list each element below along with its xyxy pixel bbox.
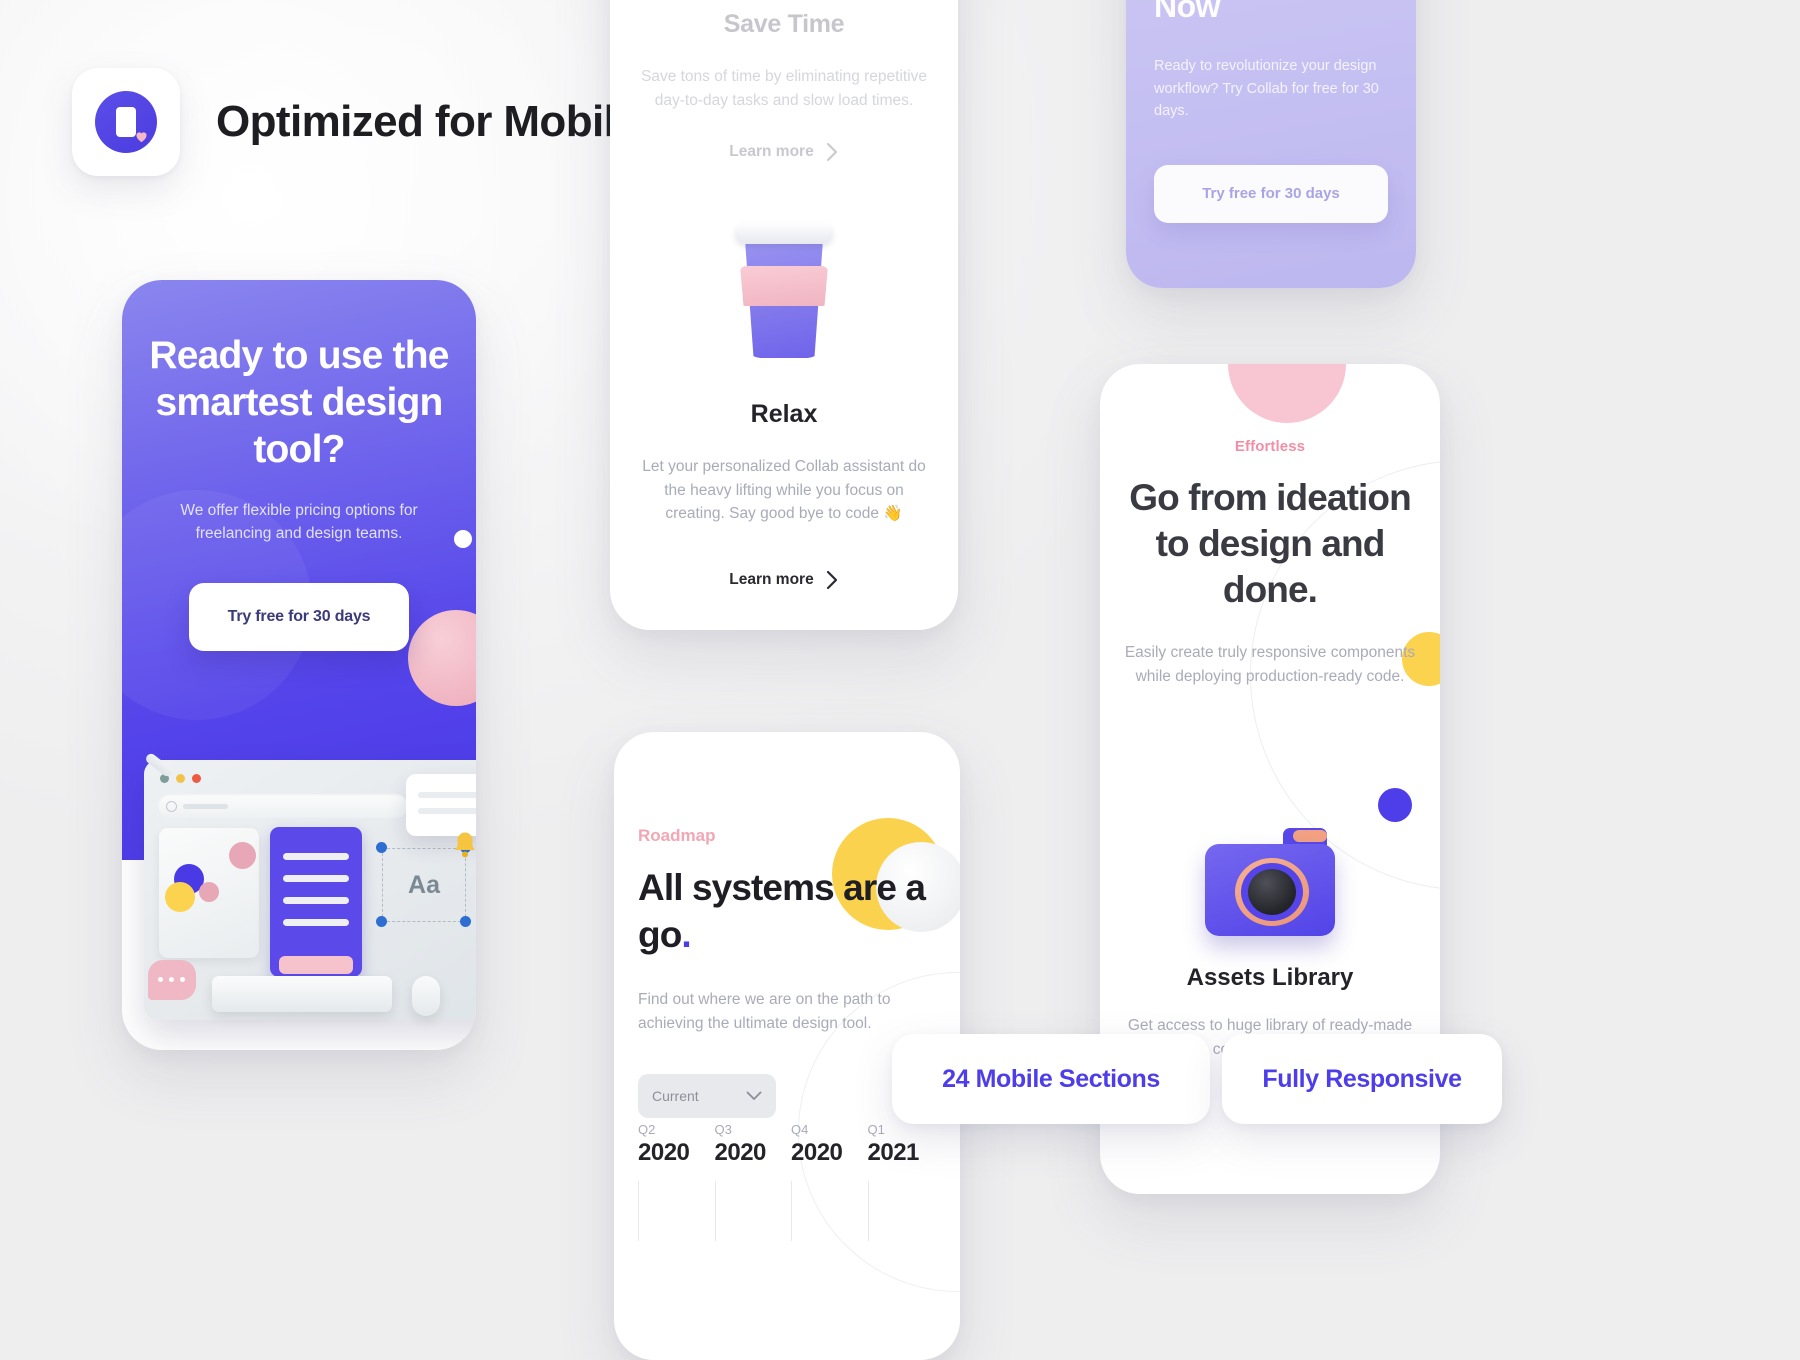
timeline-year: 2020 — [638, 1139, 690, 1166]
effortless-body: Easily create truly responsive component… — [1124, 644, 1416, 685]
timeline-year: 2020 — [714, 1139, 767, 1166]
timeline-rule — [714, 1181, 716, 1241]
ready-subtext: We offer flexible pricing options for fr… — [180, 502, 418, 542]
mockup-keyboard — [212, 976, 392, 1012]
mockup-purple-card — [270, 827, 362, 977]
decor-pin-head — [229, 842, 256, 869]
phone-heart-icon — [95, 91, 157, 153]
roadmap-timeline: Q2 2020 Q3 2020 Q4 2020 Q1 2021 — [638, 1122, 944, 1241]
decor-yellow-circle — [165, 882, 195, 912]
timeline-quarter: Q4 — [791, 1122, 809, 1137]
mockup-search-bar — [158, 794, 408, 818]
timeline-quarter: Q2 — [638, 1122, 656, 1137]
roadmap-heading-accent: . — [681, 914, 691, 955]
chevron-right-icon — [826, 143, 837, 161]
roadmap-select-value: Current — [652, 1088, 699, 1104]
selection-handle — [376, 916, 387, 927]
learn-more-label: Learn more — [729, 571, 814, 588]
mockup-mouse — [412, 976, 440, 1016]
chevron-right-icon — [826, 570, 837, 590]
save-time-learn-more-link[interactable]: Learn more — [640, 142, 928, 162]
camera-illustration — [1205, 822, 1335, 940]
decor-pin-tip — [199, 882, 219, 902]
badge-fully-responsive[interactable]: Fully Responsive — [1222, 1034, 1502, 1124]
card-relax: Save Time Save tons of time by eliminati… — [610, 0, 958, 630]
timeline-year: 2020 — [791, 1139, 843, 1166]
header: Optimized for Mobile — [72, 68, 640, 176]
now-body: Ready to revolutionize your design workf… — [1154, 58, 1379, 119]
effortless-heading: Go from ideation to design and done. — [1129, 477, 1412, 610]
heart-icon — [136, 132, 147, 143]
effortless-label: Effortless — [1234, 438, 1306, 455]
now-try-free-button[interactable]: Try free for 30 days — [1154, 164, 1388, 223]
mockup-tooltip-card — [406, 774, 476, 836]
timeline-column: Q4 2020 — [791, 1122, 868, 1241]
timeline-column: Q2 2020 — [638, 1122, 715, 1241]
roadmap-heading: All systems are a go. — [638, 864, 936, 958]
roadmap-period-select[interactable]: Current — [638, 1074, 776, 1118]
chat-bubble-icon — [148, 960, 196, 1000]
save-time-body: Save tons of time by eliminating repetit… — [640, 68, 928, 109]
now-heading: Now — [1154, 0, 1221, 24]
presentation-canvas: Optimized for Mobile Ready to use the sm… — [0, 0, 1800, 1360]
try-free-button[interactable]: Try free for 30 days — [189, 583, 409, 651]
logo-card — [72, 68, 180, 176]
page-title: Optimized for Mobile — [216, 97, 640, 146]
timeline-column: Q3 2020 — [714, 1122, 792, 1241]
relax-body: Let your personalized Collab assistant d… — [642, 458, 926, 522]
timeline-quarter: Q3 — [714, 1122, 732, 1137]
selection-handle — [460, 916, 471, 927]
timeline-rule — [867, 1181, 869, 1241]
coffee-cup-illustration — [735, 222, 833, 362]
ready-heading: Ready to use the smartest design tool? — [149, 334, 449, 471]
mockup-pink-bar — [279, 956, 353, 974]
assets-library-title: Assets Library — [1186, 964, 1354, 991]
timeline-rule — [791, 1181, 792, 1241]
roadmap-body: Find out where we are on the path to ach… — [638, 991, 891, 1032]
bell-icon — [455, 832, 475, 858]
relax-learn-more-link[interactable]: Learn more — [610, 570, 958, 590]
save-time-title: Save Time — [723, 10, 845, 38]
chevron-down-icon — [746, 1091, 762, 1100]
timeline-quarter: Q1 — [867, 1122, 885, 1137]
card-ready-to-use: Ready to use the smartest design tool? W… — [122, 280, 476, 1050]
timeline-column: Q1 2021 — [867, 1122, 945, 1241]
relax-title: Relax — [750, 400, 818, 428]
design-workspace-mockup: Aa — [144, 751, 476, 1020]
timeline-year: 2021 — [867, 1139, 920, 1166]
badge-mobile-sections[interactable]: 24 Mobile Sections — [892, 1034, 1210, 1124]
selection-handle — [376, 842, 387, 853]
decor-blue-dot — [1378, 788, 1412, 822]
card-now: Now Ready to revolutionize your design w… — [1126, 0, 1416, 288]
roadmap-label: Roadmap — [638, 826, 716, 845]
search-icon — [166, 800, 177, 812]
timeline-rule — [638, 1181, 639, 1241]
learn-more-label: Learn more — [729, 143, 814, 160]
